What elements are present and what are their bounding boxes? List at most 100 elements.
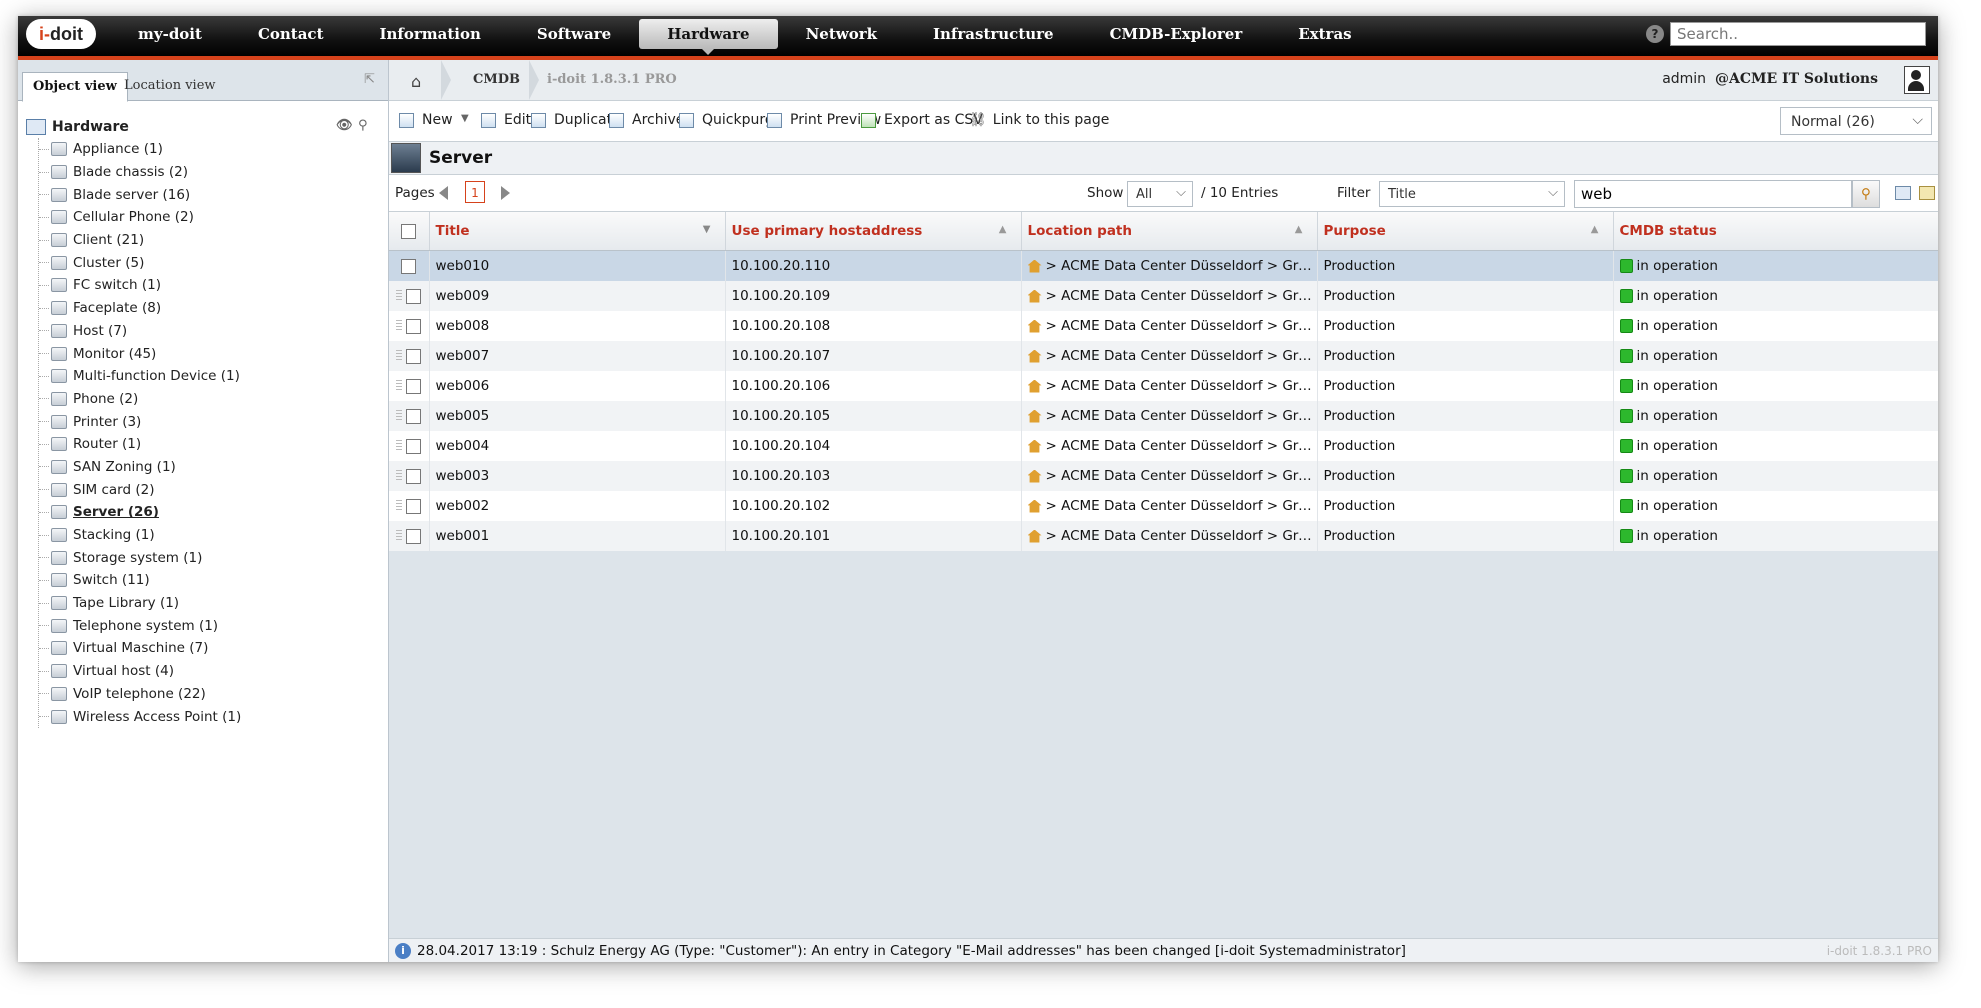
cell-title[interactable]: web004	[429, 431, 726, 461]
row-checkbox-cell[interactable]	[389, 281, 430, 311]
row-checkbox-cell[interactable]	[389, 431, 430, 461]
table-row[interactable]: web004 10.100.20.104 > ACME Data Center Dü…	[389, 431, 1938, 461]
tree-item[interactable]: FC switch (1)	[39, 274, 386, 297]
show-count-select[interactable]: All	[1127, 180, 1193, 207]
search-input[interactable]	[1670, 22, 1926, 46]
tree-item[interactable]: Blade chassis (2)	[39, 161, 386, 184]
drag-handle-icon[interactable]	[396, 530, 403, 542]
list-mode-select[interactable]: Normal (26)	[1780, 106, 1932, 135]
table-row[interactable]: web010 10.100.20.110 > ACME Data Center Dü…	[389, 250, 1938, 281]
tree-item[interactable]: Client (21)	[39, 229, 386, 252]
tab-location-view[interactable]: Location view	[114, 72, 226, 100]
cell-title[interactable]: web005	[429, 401, 726, 431]
tree-item[interactable]: SAN Zoning (1)	[39, 456, 386, 479]
table-row[interactable]: web009 10.100.20.109 > ACME Data Center Dü…	[389, 281, 1938, 311]
row-checkbox[interactable]	[406, 318, 422, 334]
row-checkbox[interactable]	[406, 288, 422, 304]
tree-item[interactable]: Wireless Access Point (1)	[39, 705, 386, 728]
tree-item[interactable]: Switch (11)	[39, 569, 386, 592]
tree-item[interactable]: Virtual host (4)	[39, 660, 386, 683]
filter-search-icon[interactable]: ⚲	[1852, 180, 1880, 208]
tree-item[interactable]: Router (1)	[39, 433, 386, 456]
previous-page-icon[interactable]	[439, 186, 448, 200]
row-checkbox[interactable]	[406, 468, 422, 484]
row-checkbox-cell[interactable]	[389, 371, 430, 401]
tree-item[interactable]: Cellular Phone (2)	[39, 206, 386, 229]
column-location[interactable]: Location path ▲	[1021, 212, 1318, 251]
drag-handle-icon[interactable]	[396, 290, 403, 302]
edit-button[interactable]: Edit	[481, 112, 531, 128]
row-checkbox-cell[interactable]	[389, 401, 430, 431]
row-checkbox[interactable]	[406, 498, 422, 514]
cell-title[interactable]: web007	[429, 341, 726, 371]
table-row[interactable]: web006 10.100.20.106 > ACME Data Center Dü…	[389, 371, 1938, 401]
new-dropdown-caret-icon[interactable]: ▼	[461, 113, 469, 124]
cell-title[interactable]: web003	[429, 461, 726, 491]
cell-title[interactable]: web006	[429, 371, 726, 401]
tree-item[interactable]: Server (26)	[39, 501, 386, 524]
row-checkbox[interactable]	[406, 408, 422, 424]
tab-object-view[interactable]: Object view	[22, 72, 128, 102]
popout-icon[interactable]: ⇱	[364, 72, 378, 87]
row-checkbox-cell[interactable]	[389, 311, 430, 341]
nav-information[interactable]: Information	[352, 16, 509, 56]
row-checkbox-cell[interactable]	[389, 341, 430, 371]
tree-item[interactable]: Printer (3)	[39, 410, 386, 433]
tree-item[interactable]: Storage system (1)	[39, 546, 386, 569]
nav-contact[interactable]: Contact	[230, 16, 352, 56]
tree-item[interactable]: Monitor (45)	[39, 342, 386, 365]
drag-handle-icon[interactable]	[396, 500, 403, 512]
duplicate-button[interactable]: Duplicate	[531, 112, 621, 128]
current-page[interactable]: 1	[465, 181, 485, 203]
archive-button[interactable]: Archive	[609, 112, 684, 128]
column-purpose[interactable]: Purpose ▲	[1317, 212, 1614, 251]
row-checkbox[interactable]	[406, 348, 422, 364]
tree-item[interactable]: Tape Library (1)	[39, 592, 386, 615]
tree-item[interactable]: Host (7)	[39, 320, 386, 343]
nav-cmdb-explorer[interactable]: CMDB-Explorer	[1082, 16, 1271, 56]
table-row[interactable]: web008 10.100.20.108 > ACME Data Center Dü…	[389, 311, 1938, 341]
drag-handle-icon[interactable]	[396, 350, 403, 362]
column-title[interactable]: Title ▼	[429, 212, 726, 251]
cell-title[interactable]: web002	[429, 491, 726, 521]
user-info[interactable]: admin @ACME IT Solutions	[1662, 71, 1878, 87]
tree-item[interactable]: VoIP telephone (22)	[39, 683, 386, 706]
row-checkbox[interactable]	[406, 528, 422, 544]
tree-root[interactable]: Hardware 👁 ⚲	[26, 116, 386, 138]
table-row[interactable]: web001 10.100.20.101 > ACME Data Center Dü…	[389, 521, 1938, 551]
row-checkbox[interactable]	[406, 438, 422, 454]
export-csv-button[interactable]: Export as CSV	[861, 112, 983, 128]
row-checkbox[interactable]	[401, 258, 417, 274]
breadcrumb-cmdb[interactable]: CMDB	[473, 72, 520, 87]
magnifier-icon[interactable]: ⚲	[358, 118, 368, 133]
tree-item[interactable]: Faceplate (8)	[39, 297, 386, 320]
column-cmdb-status[interactable]: CMDB status	[1613, 212, 1938, 251]
column-hostaddress[interactable]: Use primary hostaddress ▲	[725, 212, 1022, 251]
new-button[interactable]: New	[399, 112, 453, 128]
nav-software[interactable]: Software	[509, 16, 639, 56]
link-to-page-button[interactable]: ⛓ Link to this page	[969, 112, 1109, 128]
filter-field-select[interactable]: Title	[1379, 180, 1565, 207]
cell-title[interactable]: web009	[429, 281, 726, 311]
tree-item[interactable]: SIM card (2)	[39, 478, 386, 501]
home-icon[interactable]: ⌂	[411, 72, 421, 91]
tree-item[interactable]: Cluster (5)	[39, 251, 386, 274]
eye-icon[interactable]: 👁	[336, 118, 353, 133]
tree-item[interactable]: Appliance (1)	[39, 138, 386, 161]
list-edit-icon[interactable]	[1919, 186, 1935, 200]
filter-input[interactable]	[1574, 180, 1852, 208]
row-checkbox-cell[interactable]	[389, 250, 430, 281]
select-all-checkbox-cell[interactable]	[389, 212, 430, 251]
table-row[interactable]: web002 10.100.20.102 > ACME Data Center Dü…	[389, 491, 1938, 521]
tree-item[interactable]: Blade server (16)	[39, 183, 386, 206]
nav-infrastructure[interactable]: Infrastructure	[905, 16, 1082, 56]
avatar-icon[interactable]	[1904, 66, 1930, 94]
drag-handle-icon[interactable]	[396, 470, 403, 482]
drag-handle-icon[interactable]	[396, 380, 403, 392]
table-row[interactable]: web003 10.100.20.103 > ACME Data Center Dü…	[389, 461, 1938, 491]
select-all-checkbox[interactable]	[401, 223, 417, 239]
help-icon[interactable]: ?	[1646, 25, 1664, 43]
table-columns-icon[interactable]	[1895, 186, 1911, 200]
table-row[interactable]: web007 10.100.20.107 > ACME Data Center Dü…	[389, 341, 1938, 371]
drag-handle-icon[interactable]	[396, 440, 403, 452]
